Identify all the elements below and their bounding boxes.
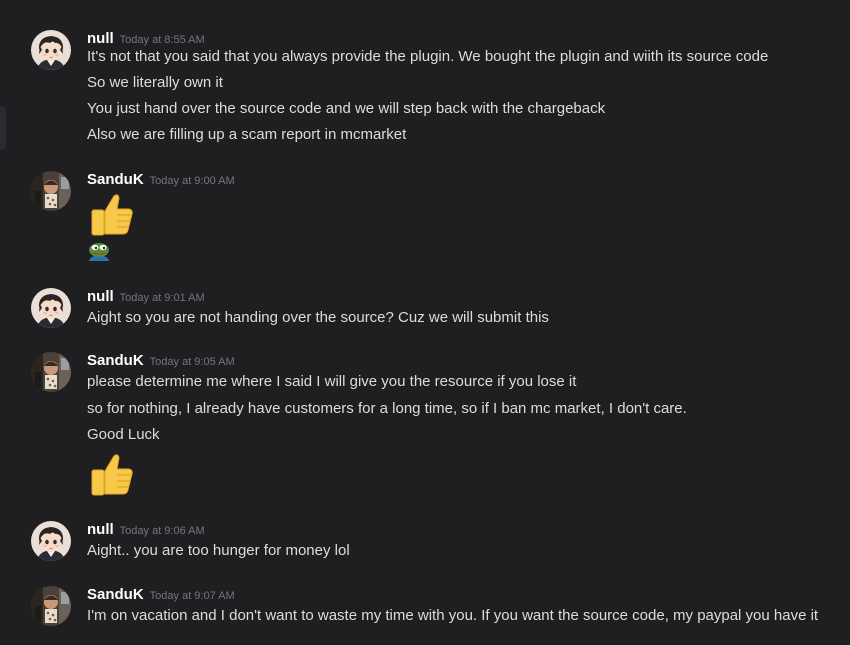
- username[interactable]: SanduK: [87, 586, 144, 603]
- thumbs-up-emoji-icon: [87, 190, 135, 238]
- message-text: Aight.. you are too hunger for money lol: [87, 542, 350, 559]
- anime-boy-avatar-icon: [31, 288, 71, 328]
- message-header: SanduK Today at 9:07 AM: [87, 586, 235, 606]
- user-avatar[interactable]: [31, 288, 71, 328]
- timestamp: Today at 9:07 AM: [149, 590, 235, 602]
- timestamp: Today at 8:55 AM: [119, 34, 205, 46]
- username[interactable]: null: [87, 288, 114, 305]
- message-text: please determine me where I said I will …: [87, 373, 577, 390]
- user-avatar[interactable]: [31, 171, 71, 211]
- message-header: null Today at 9:06 AM: [87, 521, 205, 541]
- chat-messages: null Today at 8:55 AM It's not that you s…: [0, 0, 850, 645]
- anime-boy-avatar-icon: [31, 30, 71, 70]
- username[interactable]: null: [87, 521, 114, 538]
- photo-avatar-icon: [31, 352, 71, 392]
- message-header: SanduK Today at 9:05 AM: [87, 352, 235, 372]
- message-text: So we literally own it: [87, 74, 223, 91]
- anime-boy-avatar-icon: [31, 521, 71, 561]
- timestamp: Today at 9:06 AM: [119, 525, 205, 537]
- message-text: Good Luck: [87, 426, 160, 443]
- message-text: It's not that you said that you always p…: [87, 48, 769, 65]
- photo-avatar-icon: [31, 586, 71, 626]
- username[interactable]: null: [87, 30, 114, 47]
- thumbs-up-emoji-icon: [87, 450, 135, 498]
- message-text: Also we are filling up a scam report in …: [87, 126, 407, 143]
- username[interactable]: SanduK: [87, 171, 144, 188]
- timestamp: Today at 9:05 AM: [149, 356, 235, 368]
- photo-avatar-icon: [31, 171, 71, 211]
- message-text: Aight so you are not handing over the so…: [87, 309, 549, 326]
- user-avatar[interactable]: [31, 352, 71, 392]
- user-avatar[interactable]: [31, 586, 71, 626]
- timestamp: Today at 9:01 AM: [119, 292, 205, 304]
- scroll-edge-indicator: [0, 106, 6, 150]
- message-header: SanduK Today at 9:00 AM: [87, 171, 235, 191]
- message-text: You just hand over the source code and w…: [87, 100, 606, 117]
- pepe-frog-emoji-icon: [87, 241, 111, 263]
- user-avatar[interactable]: [31, 30, 71, 70]
- user-avatar[interactable]: [31, 521, 71, 561]
- message-text: so for nothing, I already have customers…: [87, 400, 687, 417]
- timestamp: Today at 9:00 AM: [149, 175, 235, 187]
- message-header: null Today at 9:01 AM: [87, 288, 205, 308]
- username[interactable]: SanduK: [87, 352, 144, 369]
- message-text: I'm on vacation and I don't want to wast…: [87, 607, 819, 624]
